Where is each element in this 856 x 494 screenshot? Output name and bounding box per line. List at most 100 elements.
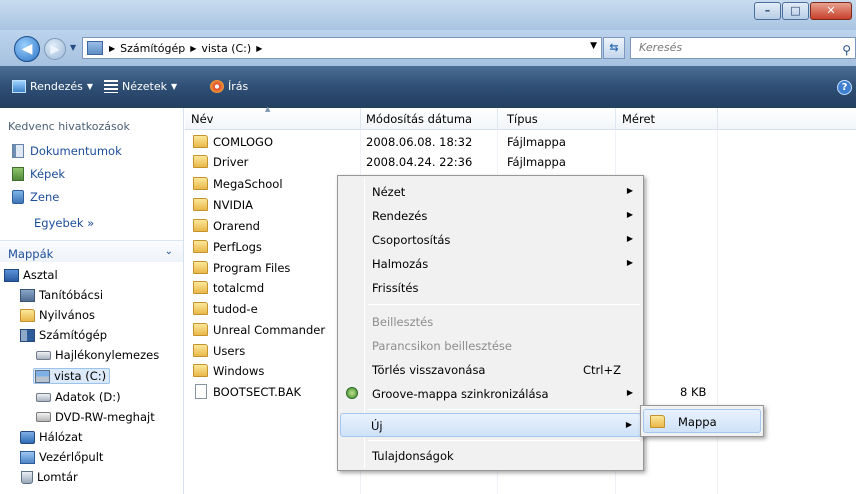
views-button[interactable]: Nézetek ▼ [104, 80, 177, 93]
favorite-music[interactable]: Zene [12, 190, 59, 204]
menu-item-groove-sync[interactable]: Groove-mappa szinkronizálása ▶ [340, 382, 641, 406]
menu-item-group[interactable]: Csoportosítás ▶ [340, 228, 641, 252]
minimize-button[interactable]: – [754, 2, 781, 20]
column-header-size[interactable]: Méret [622, 112, 655, 126]
file-name: Driver [213, 155, 249, 169]
pictures-icon [12, 167, 24, 181]
menu-item-undo-delete[interactable]: Törlés visszavonása Ctrl+Z [340, 358, 641, 382]
groove-icon [346, 387, 358, 399]
menu-item-new-folder[interactable]: Mappa [643, 409, 761, 433]
folder-icon [193, 177, 208, 190]
computer-icon [87, 41, 103, 55]
column-divider[interactable] [615, 108, 616, 130]
menu-label: Frissítés [372, 281, 419, 295]
tree-label: Asztal [23, 268, 58, 282]
menu-label: Mappa [678, 415, 717, 429]
close-button[interactable]: ✕ [810, 2, 852, 20]
refresh-button[interactable]: ⇆ [603, 37, 625, 59]
favorite-pictures[interactable]: Képek [12, 167, 65, 181]
search-placeholder: Keresés [639, 41, 683, 54]
views-icon [104, 80, 118, 93]
favorite-documents[interactable]: Dokumentumok [12, 144, 122, 158]
file-name: Program Files [213, 261, 291, 275]
tree-item-dvd[interactable]: DVD-RW-meghajt [36, 410, 155, 424]
tree-item-data-d[interactable]: Adatok (D:) [36, 390, 121, 404]
chevron-down-icon: ▼ [86, 82, 94, 91]
favorite-label: Dokumentumok [30, 144, 122, 158]
dvd-drive-icon [36, 412, 51, 422]
tree-label: Nyilvános [39, 308, 95, 322]
tree-label: Hajlékonylemezes [55, 348, 160, 362]
tree-label: Lomtár [37, 470, 78, 484]
recent-pages-dropdown[interactable]: ▼ [70, 43, 76, 52]
column-header-type[interactable]: Típus [507, 112, 538, 126]
menu-label: Új [371, 419, 383, 433]
floppy-drive-icon [36, 350, 51, 360]
menu-label: Beillesztés [372, 315, 434, 329]
breadcrumb-arrow-icon[interactable]: ▶ [109, 44, 115, 53]
search-icon[interactable]: ⚲ [842, 40, 851, 60]
more-favorites-link[interactable]: Egyebek » [34, 216, 94, 230]
tree-item-desktop[interactable]: Asztal [4, 268, 58, 282]
forward-button[interactable]: ▶ [44, 38, 66, 60]
maximize-button[interactable]: □ [782, 2, 809, 20]
breadcrumb-drive[interactable]: vista (C:) [201, 42, 251, 55]
column-divider[interactable] [360, 108, 361, 130]
column-divider[interactable] [717, 108, 718, 130]
breadcrumb-arrow-icon[interactable]: ▶ [256, 44, 262, 53]
organize-button[interactable]: Rendezés ▼ [12, 80, 93, 93]
tree-item-user[interactable]: Tanítóbácsi [20, 288, 103, 302]
file-name: Windows [213, 364, 265, 378]
address-dropdown-icon[interactable]: ▼ [590, 41, 597, 51]
documents-icon [12, 144, 24, 158]
music-icon [12, 190, 24, 204]
menu-label: Csoportosítás [372, 233, 451, 247]
address-bar[interactable]: ▶ Számítógép ▶ vista (C:) ▶ ▼ [82, 37, 602, 59]
column-header-name[interactable]: Név [191, 112, 213, 126]
menu-item-paste-shortcut: Parancsikon beillesztése [340, 334, 641, 358]
organize-icon [12, 80, 26, 93]
column-divider[interactable] [497, 108, 498, 130]
menu-separator [368, 440, 640, 441]
control-panel-icon [20, 450, 35, 464]
table-row[interactable]: COMLOGO 2008.06.08. 18:32 Fájlmappa [185, 132, 856, 152]
tree-item-public[interactable]: Nyilvános [20, 308, 95, 322]
menu-item-new[interactable]: Új ▶ [340, 413, 641, 437]
hard-drive-icon [36, 392, 51, 402]
folder-icon [193, 323, 208, 336]
breadcrumb-computer[interactable]: Számítógép [120, 42, 185, 55]
tree-label: vista (C:) [54, 369, 107, 383]
tree-item-computer[interactable]: Számítógép [20, 328, 107, 342]
menu-item-sort[interactable]: Rendezés ▶ [340, 204, 641, 228]
tree-item-recycle-bin[interactable]: Lomtár [21, 470, 78, 484]
tree-item-vista-c[interactable]: vista (C:) [33, 368, 111, 384]
tree-item-control-panel[interactable]: Vezérlőpult [20, 450, 103, 464]
menu-item-view[interactable]: Nézet ▶ [340, 180, 641, 204]
navigation-pane: Kedvenc hivatkozások Dokumentumok Képek … [0, 108, 184, 494]
back-button[interactable]: ◀ [14, 36, 40, 62]
menu-item-refresh[interactable]: Frissítés [340, 276, 641, 300]
column-header-date[interactable]: Módosítás dátuma [366, 112, 472, 126]
favorites-title: Kedvenc hivatkozások [8, 120, 130, 133]
menu-item-paste: Beillesztés [340, 310, 641, 334]
table-row[interactable]: Driver 2008.04.24. 22:36 Fájlmappa [185, 152, 856, 172]
network-icon [20, 430, 35, 444]
search-input[interactable]: Keresés ⚲ [630, 37, 856, 59]
tree-item-network[interactable]: Hálózat [20, 430, 83, 444]
file-type: Fájlmappa [507, 135, 566, 149]
file-type: Fájlmappa [507, 155, 566, 169]
organize-label: Rendezés [30, 80, 83, 93]
burn-button[interactable]: Írás [210, 80, 248, 93]
file-icon [195, 384, 207, 399]
tree-item-floppy[interactable]: Hajlékonylemezes [36, 348, 159, 362]
submenu-arrow-icon: ▶ [626, 258, 633, 267]
help-icon[interactable]: ? [837, 80, 852, 95]
breadcrumb-arrow-icon[interactable]: ▶ [190, 44, 196, 53]
folders-header[interactable]: Mappák ⌄ [0, 240, 183, 262]
system-drive-icon [35, 369, 50, 383]
menu-item-stack[interactable]: Halmozás ▶ [340, 252, 641, 276]
menu-item-properties[interactable]: Tulajdonságok [340, 444, 641, 468]
file-name: Orarend [213, 219, 260, 233]
file-date: 2008.06.08. 18:32 [366, 135, 473, 149]
folders-title: Mappák [8, 247, 54, 261]
